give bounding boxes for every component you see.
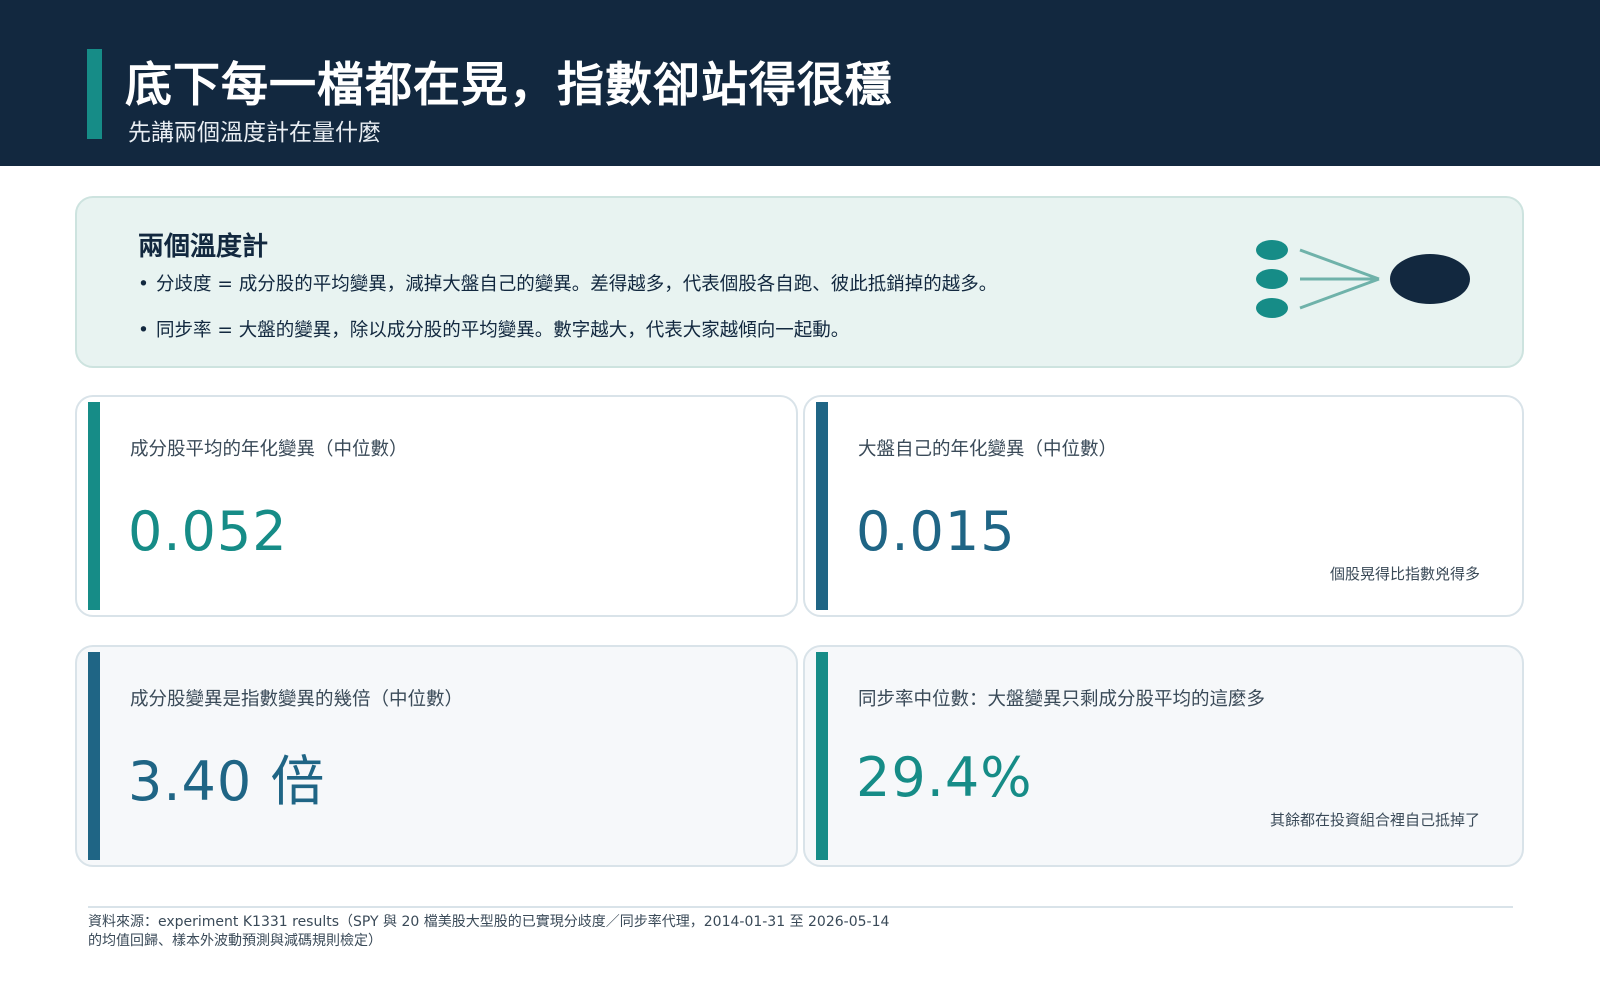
source-line: 的均值回歸、樣本外波動預測與減碼規則檢定） [88,933,382,949]
stock-node [1256,298,1288,318]
metric-value: 0.015 [856,500,1016,563]
metric-label: 成分股變異是指數變異的幾倍（中位數） [130,689,464,710]
bullet-text: 分歧度 = 成分股的平均變異，減掉大盤自己的變異。差得越多，代表個股各自跑、彼此… [156,274,998,295]
metric-label: 大盤自己的年化變異（中位數） [858,439,1118,460]
metric-label: 同步率中位數：大盤變異只剩成分股平均的這麼多 [858,689,1266,710]
source-note: 資料來源：experiment K1331 results（SPY 與 20 檔… [88,913,1088,951]
metric-note: 其餘都在投資組合裡自己抵掉了 [1269,811,1480,829]
bullet-dot: • [138,274,149,295]
stock-node [1256,240,1288,260]
definition-bullet-dispersion: • 分歧度 = 成分股的平均變異，減掉大盤自己的變異。差得越多，代表個股各自跑、彼… [138,270,997,296]
metric-note: 個股晃得比指數兇得多 [1329,565,1480,583]
definition-bullet-sync-rate: • 同步率 = 大盤的變異，除以成分股的平均變異。數字越大，代表大家越傾向一起動。 [138,316,849,342]
metric-card-constituent-variance: 成分股平均的年化變異（中位數） 0.052 [75,395,798,617]
metric-label: 成分股平均的年化變異（中位數） [130,439,408,460]
connector-line [1299,248,1380,281]
card-accent-bar [816,652,828,860]
metric-card-sync-rate: 同步率中位數：大盤變異只剩成分股平均的這麼多 29.4% 其餘都在投資組合裡自己… [803,645,1524,867]
card-accent-bar [88,652,100,860]
definition-panel: 兩個溫度計 • 分歧度 = 成分股的平均變異，減掉大盤自己的變異。差得越多，代表個… [75,196,1524,368]
metric-value: 0.052 [128,500,288,563]
card-accent-bar [88,402,100,610]
definition-heading: 兩個溫度計 [138,232,269,262]
source-line: 資料來源：experiment K1331 results（SPY 與 20 檔… [88,914,890,930]
index-node [1390,254,1470,304]
bullet-dot: • [138,320,149,341]
header-accent-bar [87,49,102,139]
convergence-diagram-icon [1256,240,1470,318]
card-accent-bar [816,402,828,610]
footer-divider [88,906,1513,908]
metric-value: 3.40 倍 [128,750,326,813]
bullet-text: 同步率 = 大盤的變異，除以成分股的平均變異。數字越大，代表大家越傾向一起動。 [156,320,850,341]
metric-card-index-variance: 大盤自己的年化變異（中位數） 0.015 個股晃得比指數兇得多 [803,395,1524,617]
connector-line [1299,277,1380,310]
stock-node [1256,269,1288,289]
header-banner: 底下每一檔都在晃，指數卻站得很穩 先講兩個溫度計在量什麼 [0,0,1600,166]
page-title: 底下每一檔都在晃，指數卻站得很穩 [125,58,893,113]
page-subtitle: 先講兩個溫度計在量什麼 [128,120,381,146]
metric-value: 29.4% [856,746,1033,809]
metric-card-variance-ratio: 成分股變異是指數變異的幾倍（中位數） 3.40 倍 [75,645,798,867]
